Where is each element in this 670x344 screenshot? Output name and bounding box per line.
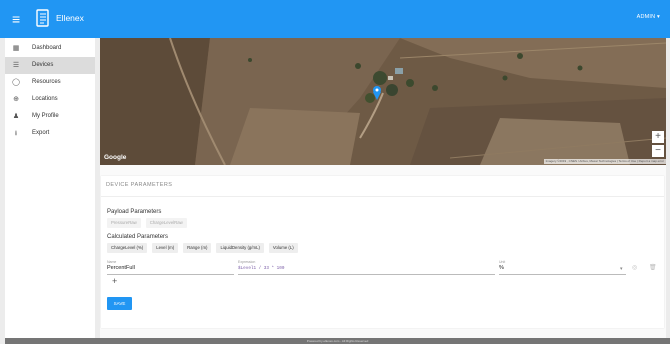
zoom-in-button[interactable]: +: [652, 131, 664, 143]
dashboard-icon: ▦: [12, 45, 20, 52]
divider: [101, 196, 664, 197]
name-field[interactable]: PercentFull: [107, 265, 135, 271]
sidebar-item-devices[interactable]: ☰ Devices: [5, 57, 95, 74]
location-icon: ⊕: [13, 96, 19, 103]
sidebar-item-label: Dashboard: [32, 45, 62, 51]
name-underline: [107, 274, 234, 275]
sidebar-item-label: Devices: [32, 62, 54, 68]
resources-icon: ◯: [12, 79, 20, 86]
sidebar-item-label: Locations: [32, 96, 58, 102]
top-app-bar: ≡ Ellenex ADMIN ▾: [0, 0, 670, 38]
expression-field[interactable]: $Level1 / 33 * 100: [238, 266, 284, 271]
person-icon: ♟: [12, 113, 20, 120]
sidebar-item-resources[interactable]: ◯ Resources: [5, 74, 95, 91]
google-logo: Google: [104, 154, 127, 161]
name-field-label: Name: [107, 260, 117, 264]
chevron-down-icon[interactable]: ▾: [620, 266, 623, 272]
download-icon: ⭳: [14, 130, 18, 137]
device-parameters-card: DEVICE PARAMETERS Payload Parameters Pre…: [101, 176, 664, 328]
payload-chip[interactable]: ChargeLevelRaw: [145, 218, 187, 228]
book-logo-icon[interactable]: [36, 9, 50, 27]
visibility-icon[interactable]: ◎: [632, 264, 637, 271]
card-title: DEVICE PARAMETERS: [106, 182, 173, 188]
calculated-chip[interactable]: ChargeLevel (%): [107, 243, 148, 253]
map-imagery: [100, 38, 666, 165]
unit-field-label: Unit: [499, 260, 506, 264]
sidebar-item-label: Export: [32, 130, 50, 136]
calculated-chip[interactable]: LiquidDensity (g/mL): [216, 243, 264, 253]
expression-field-label: Expression: [238, 260, 256, 264]
unit-underline: [499, 274, 626, 275]
sidebar-item-my-profile[interactable]: ♟ My Profile: [5, 108, 95, 125]
calculated-chip[interactable]: Range (m): [183, 243, 212, 253]
calculated-chip-row: ChargeLevel (%) Level (m) Range (m) Liqu…: [107, 243, 298, 253]
user-menu-button[interactable]: ADMIN ▾: [637, 14, 660, 20]
zoom-out-button[interactable]: −: [652, 145, 664, 157]
menu-icon[interactable]: ≡: [12, 10, 20, 28]
sidebar-item-label: My Profile: [32, 113, 59, 119]
sidebar-item-dashboard[interactable]: ▦ Dashboard: [5, 40, 95, 57]
delete-icon[interactable]: 🗑: [649, 264, 657, 271]
main-content: Google Imagery ©2019 , CNES / Airbus, Ma…: [100, 38, 666, 338]
right-gutter: [666, 38, 670, 338]
payload-chip-row: PressureRaw ChargeLevelRaw: [107, 218, 187, 228]
calculated-chip[interactable]: Level (m): [152, 243, 179, 253]
sidebar-item-label: Resources: [32, 79, 61, 85]
sidebar-item-export[interactable]: ⭳ Export: [5, 125, 95, 142]
save-button[interactable]: SAVE: [107, 297, 132, 310]
payload-chip[interactable]: PressureRaw: [107, 218, 141, 228]
sidebar: ▦ Dashboard ☰ Devices ◯ Resources ⊕ Loca…: [5, 38, 95, 338]
devices-icon: ☰: [12, 62, 20, 69]
calculated-chip[interactable]: Volume (L): [268, 243, 298, 253]
map-attribution[interactable]: Imagery ©2019 , CNES / Airbus, Maxar Tec…: [543, 159, 666, 164]
add-parameter-button[interactable]: +: [112, 276, 117, 286]
payload-parameters-heading: Payload Parameters: [107, 209, 162, 215]
unit-select[interactable]: %: [499, 265, 504, 271]
brand-name[interactable]: Ellenex: [56, 13, 84, 23]
expression-underline: [238, 274, 495, 275]
footer: Powered by ellenex.com - All Rights Rese…: [5, 338, 670, 344]
satellite-map[interactable]: Google Imagery ©2019 , CNES / Airbus, Ma…: [100, 38, 666, 165]
calculated-parameters-heading: Calculated Parameters: [107, 234, 169, 240]
sidebar-item-locations[interactable]: ⊕ Locations: [5, 91, 95, 108]
